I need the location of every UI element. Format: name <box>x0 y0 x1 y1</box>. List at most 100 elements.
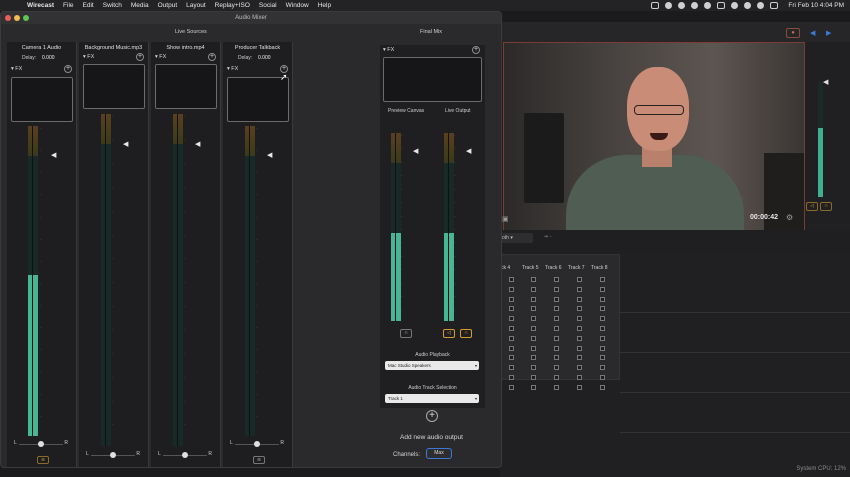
menu-layout[interactable]: Layout <box>186 2 206 9</box>
track-checkbox[interactable] <box>600 335 605 341</box>
track-checkbox[interactable] <box>531 296 536 302</box>
fx-chain-box[interactable] <box>83 64 145 109</box>
fx-toggle[interactable]: ▾ FX <box>155 54 166 60</box>
track-checkbox[interactable] <box>577 306 582 312</box>
track-checkbox[interactable] <box>531 335 536 341</box>
track-checkbox[interactable] <box>600 365 605 371</box>
track-checkbox[interactable] <box>509 335 514 341</box>
add-fx-button[interactable]: + <box>472 46 480 54</box>
track-checkbox[interactable] <box>577 375 582 380</box>
track-checkbox[interactable] <box>554 384 559 390</box>
gear-icon[interactable]: ⚙ <box>786 213 793 222</box>
track-checkbox[interactable] <box>577 335 582 341</box>
channels-select[interactable]: Max <box>426 448 452 459</box>
track-checkbox[interactable] <box>509 355 514 361</box>
headphones-icon[interactable]: ∩ <box>400 329 412 338</box>
menu-media[interactable]: Media <box>131 2 149 9</box>
track-checkbox[interactable] <box>577 355 582 361</box>
volume-fader[interactable]: ◀ <box>51 151 56 159</box>
track-checkbox[interactable] <box>554 365 559 371</box>
user-icon[interactable] <box>731 2 739 9</box>
pan-slider[interactable]: LR <box>227 440 287 448</box>
layer-select[interactable]: oth ▾ <box>500 233 533 243</box>
track-checkbox[interactable] <box>554 335 559 341</box>
track-checkbox[interactable] <box>577 316 582 322</box>
battery-icon[interactable] <box>717 2 726 9</box>
control-center-icon[interactable] <box>770 2 779 9</box>
monitor-icon[interactable]: ⊞ <box>253 456 265 464</box>
track-checkbox[interactable] <box>509 316 514 322</box>
track-checkbox[interactable] <box>600 345 605 351</box>
fx-chain-box[interactable] <box>227 77 289 122</box>
moon-icon[interactable] <box>704 2 712 9</box>
track-checkbox[interactable] <box>577 286 582 292</box>
minimize-button[interactable] <box>14 15 20 21</box>
cloud-icon[interactable] <box>678 2 686 9</box>
track-checkbox[interactable] <box>509 306 514 312</box>
fx-toggle[interactable]: ▾ FX <box>383 47 394 53</box>
audio-track-select[interactable]: Track 1 ▾ <box>385 394 479 403</box>
fx-toggle[interactable]: ▾ FX <box>11 66 22 72</box>
track-checkbox[interactable] <box>509 286 514 292</box>
menu-window[interactable]: Window <box>286 2 309 9</box>
track-checkbox[interactable] <box>509 277 514 282</box>
track-checkbox[interactable] <box>554 345 559 351</box>
add-output-button[interactable]: + <box>426 410 438 422</box>
volume-fader[interactable]: ◀ <box>267 151 272 159</box>
close-button[interactable] <box>5 15 11 21</box>
clock[interactable]: Fri Feb 10 4:04 PM <box>788 2 844 9</box>
track-checkbox[interactable] <box>531 286 536 292</box>
track-checkbox[interactable] <box>554 316 559 322</box>
track-checkbox[interactable] <box>509 296 514 302</box>
track-checkbox[interactable] <box>509 326 514 331</box>
track-checkbox[interactable] <box>554 286 559 292</box>
wifi-icon[interactable] <box>744 2 752 9</box>
menu-help[interactable]: Help <box>318 2 331 9</box>
fx-chain-box[interactable] <box>155 64 217 109</box>
fx-chain-box[interactable] <box>11 77 73 122</box>
headphones-icon[interactable]: ∩ <box>820 202 832 211</box>
track-checkbox[interactable] <box>600 306 605 312</box>
track-checkbox[interactable] <box>531 326 536 331</box>
track-checkbox[interactable] <box>600 316 605 322</box>
track-checkbox[interactable] <box>531 384 536 390</box>
track-checkbox[interactable] <box>531 345 536 351</box>
add-fx-button[interactable]: + <box>136 53 144 61</box>
monitor-icon[interactable]: ⊞ <box>37 456 49 464</box>
fx-toggle[interactable]: ▾ FX <box>227 66 238 72</box>
arrow-right-icon[interactable]: ▶ <box>826 29 831 37</box>
track-checkbox[interactable] <box>600 384 605 390</box>
search-icon[interactable] <box>757 2 765 9</box>
arrow-left-icon[interactable]: ◀ <box>810 29 815 37</box>
track-checkbox[interactable] <box>577 326 582 331</box>
track-checkbox[interactable] <box>554 375 559 380</box>
preview-volume-fader[interactable]: ◀ <box>413 147 418 155</box>
screen-record-icon[interactable] <box>651 2 660 9</box>
track-checkbox[interactable] <box>531 365 536 371</box>
menu-replay-iso[interactable]: Replay+ISO <box>215 2 250 9</box>
track-checkbox[interactable] <box>600 355 605 361</box>
speaker-icon[interactable]: ◁ <box>806 202 818 211</box>
audio-playback-select[interactable]: Mac Studio Speakers ▾ <box>385 361 479 370</box>
bluetooth-icon[interactable] <box>691 2 699 9</box>
track-checkbox[interactable] <box>600 286 605 292</box>
track-checkbox[interactable] <box>531 316 536 322</box>
track-checkbox[interactable] <box>577 277 582 282</box>
track-checkbox[interactable] <box>577 345 582 351</box>
menu-output[interactable]: Output <box>158 2 178 9</box>
track-checkbox[interactable] <box>600 296 605 302</box>
volume-fader[interactable]: ◀ <box>195 140 200 148</box>
fx-chain-box[interactable] <box>383 57 482 102</box>
track-checkbox[interactable] <box>509 365 514 371</box>
track-checkbox[interactable] <box>600 326 605 331</box>
delay-field[interactable]: 0.000 <box>258 55 271 61</box>
track-checkbox[interactable] <box>577 384 582 390</box>
track-checkbox[interactable] <box>577 296 582 302</box>
track-checkbox[interactable] <box>554 306 559 312</box>
track-checkbox[interactable] <box>509 345 514 351</box>
track-checkbox[interactable] <box>531 375 536 380</box>
speaker-icon[interactable]: ◁ <box>443 329 455 338</box>
live-volume-fader[interactable]: ◀ <box>466 147 471 155</box>
pan-slider[interactable]: LR <box>155 451 215 459</box>
track-checkbox[interactable] <box>577 365 582 371</box>
